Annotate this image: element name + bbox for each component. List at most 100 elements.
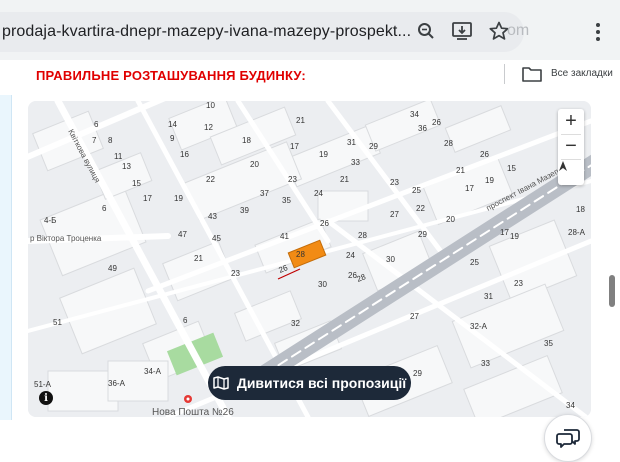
svg-text:20: 20: [250, 160, 259, 169]
view-all-offers-button[interactable]: Дивитися всі пропозиції: [208, 366, 411, 400]
svg-text:16: 16: [180, 150, 189, 159]
svg-text:31: 31: [347, 138, 356, 147]
svg-text:17: 17: [500, 228, 509, 237]
svg-text:17: 17: [290, 142, 299, 151]
svg-text:36-А: 36-А: [108, 379, 126, 388]
svg-text:51: 51: [53, 318, 62, 327]
svg-text:20: 20: [446, 215, 455, 224]
svg-text:19: 19: [319, 150, 328, 159]
svg-text:26: 26: [320, 219, 329, 228]
svg-text:26: 26: [432, 118, 441, 127]
svg-text:29: 29: [418, 230, 427, 239]
svg-text:27: 27: [390, 210, 399, 219]
svg-text:43: 43: [208, 212, 217, 221]
svg-text:35: 35: [282, 196, 291, 205]
svg-text:32: 32: [291, 319, 300, 328]
svg-text:10: 10: [206, 101, 215, 110]
svg-text:36: 36: [418, 124, 427, 133]
svg-text:15: 15: [132, 179, 141, 188]
svg-text:21: 21: [456, 166, 465, 175]
svg-text:25: 25: [470, 258, 479, 267]
zoom-icon[interactable]: [414, 19, 438, 43]
svg-text:14: 14: [168, 120, 177, 129]
svg-text:19: 19: [510, 232, 519, 241]
svg-text:32-А: 32-А: [470, 322, 488, 331]
zoom-control: + −: [558, 109, 584, 185]
svg-text:24: 24: [346, 251, 355, 260]
svg-text:49: 49: [108, 264, 117, 273]
svg-text:6: 6: [94, 120, 99, 129]
svg-text:23: 23: [390, 178, 399, 187]
svg-text:22: 22: [206, 175, 215, 184]
svg-text:27: 27: [410, 312, 419, 321]
svg-text:18: 18: [576, 205, 585, 214]
svg-text:41: 41: [280, 232, 289, 241]
svg-text:34: 34: [566, 401, 575, 410]
compass-icon[interactable]: [558, 160, 584, 185]
svg-text:13: 13: [122, 162, 131, 171]
svg-text:21: 21: [296, 116, 305, 125]
svg-text:15: 15: [507, 164, 516, 173]
svg-text:21: 21: [340, 175, 349, 184]
map-icon: [213, 376, 229, 390]
svg-text:6: 6: [102, 204, 107, 213]
url-ghost-text: om: [507, 22, 530, 39]
kebab-menu-icon[interactable]: [588, 20, 608, 44]
svg-text:35: 35: [544, 339, 553, 348]
svg-text:29: 29: [369, 142, 378, 151]
svg-text:23: 23: [231, 269, 240, 278]
svg-text:28: 28: [358, 231, 367, 240]
svg-text:22: 22: [416, 204, 425, 213]
svg-text:8: 8: [108, 136, 113, 145]
scrollbar-thumb[interactable]: [609, 275, 615, 307]
chat-button[interactable]: [544, 414, 592, 462]
svg-text:33: 33: [481, 359, 490, 368]
svg-text:34-А: 34-А: [144, 367, 162, 376]
svg-text:45: 45: [212, 234, 221, 243]
svg-text:28-А: 28-А: [568, 228, 586, 237]
left-panel-edge: [0, 95, 12, 420]
all-bookmarks-link[interactable]: Все закладки: [551, 68, 613, 79]
svg-text:18: 18: [242, 136, 251, 145]
svg-text:23: 23: [514, 279, 523, 288]
svg-text:17: 17: [143, 194, 152, 203]
svg-text:23: 23: [288, 175, 297, 184]
svg-text:47: 47: [178, 230, 187, 239]
chat-icon: [556, 429, 580, 448]
zoom-out-button[interactable]: −: [558, 134, 584, 159]
svg-text:11: 11: [114, 152, 123, 161]
svg-text:28: 28: [296, 250, 305, 259]
page-heading: ПРАВИЛЬНЕ РОЗТАШУВАННЯ БУДИНКУ:: [36, 68, 306, 83]
pin-icon[interactable]: [184, 395, 192, 403]
street-label-trotsenko: р Віктора Троценка: [30, 234, 102, 243]
zoom-in-button[interactable]: +: [558, 109, 584, 134]
install-app-icon[interactable]: [450, 19, 474, 43]
svg-text:37: 37: [260, 189, 269, 198]
svg-text:26: 26: [480, 150, 489, 159]
browser-toolbar: prodaja-kvartira-dnepr-mazepy-ivana-maze…: [0, 0, 620, 60]
svg-text:19: 19: [485, 176, 494, 185]
svg-text:28: 28: [444, 139, 453, 148]
info-icon[interactable]: i: [39, 391, 53, 405]
view-all-offers-label: Дивитися всі пропозиції: [236, 375, 407, 391]
svg-text:9: 9: [170, 134, 175, 143]
svg-text:29: 29: [413, 369, 422, 378]
folder-icon[interactable]: [522, 66, 542, 87]
svg-text:21: 21: [194, 254, 203, 263]
svg-text:33: 33: [351, 158, 360, 167]
svg-text:30: 30: [386, 255, 395, 264]
svg-text:17: 17: [465, 184, 474, 193]
address-bar[interactable]: prodaja-kvartira-dnepr-mazepy-ivana-maze…: [0, 12, 524, 52]
svg-text:19: 19: [174, 194, 183, 203]
svg-text:30: 30: [318, 280, 327, 289]
svg-text:24: 24: [314, 189, 323, 198]
svg-text:25: 25: [412, 186, 421, 195]
url-text[interactable]: prodaja-kvartira-dnepr-mazepy-ivana-maze…: [2, 23, 411, 41]
svg-text:51-А: 51-А: [34, 380, 52, 389]
svg-text:34: 34: [410, 110, 419, 119]
svg-text:7: 7: [92, 136, 97, 145]
svg-text:31: 31: [484, 292, 493, 301]
svg-text:12: 12: [204, 123, 213, 132]
street-label-novaposhta: Нова Пошта №26: [152, 407, 234, 417]
svg-text:39: 39: [240, 206, 249, 215]
